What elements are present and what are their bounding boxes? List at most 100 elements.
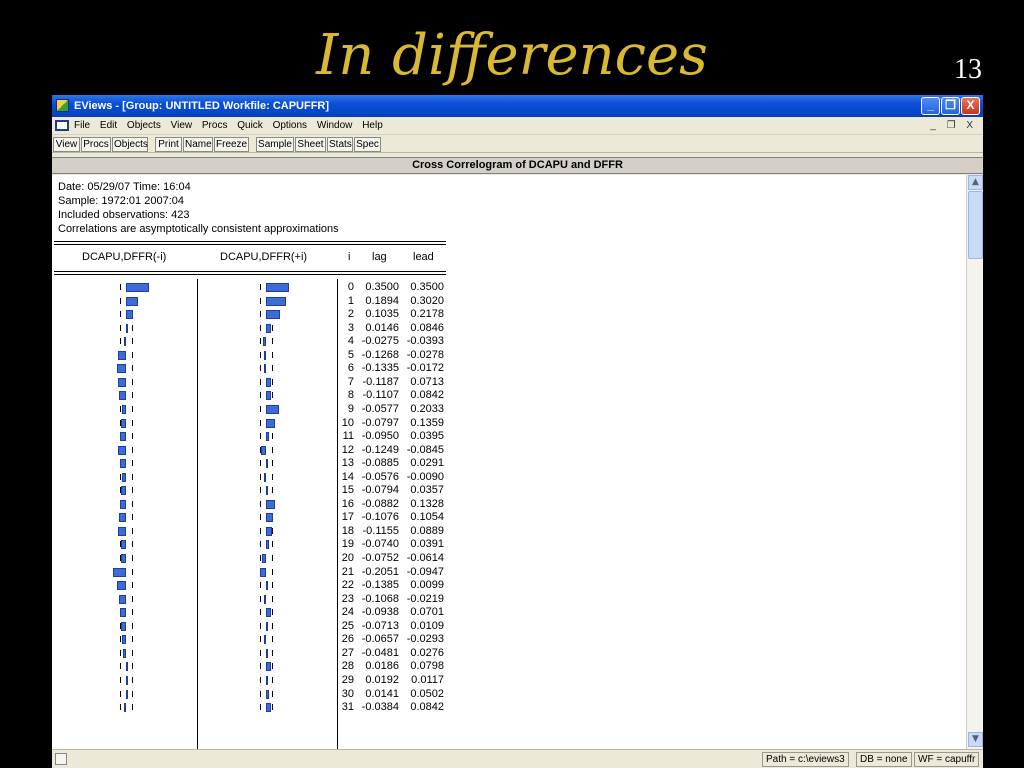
lead-band-left [260,609,261,616]
row-lead-value: 0.1054 [410,511,444,524]
row-lead-value: 0.0502 [410,687,444,700]
lag-band-left [120,704,121,711]
view-button[interactable]: View [53,137,80,152]
lag-correlation-bar [120,486,126,496]
scroll-thumb[interactable] [968,191,983,259]
lag-band-right [132,609,133,616]
menu-help[interactable]: Help [362,117,383,135]
maximize-button[interactable]: ❐ [941,97,960,115]
lead-band-left [260,311,261,318]
row-index: 10 [341,416,354,429]
lead-band-left [260,649,261,656]
lead-band-right [272,378,273,385]
table-row: 25 -0.0713 0.0109 [52,620,966,633]
lag-band-left [120,311,121,318]
scroll-up-icon[interactable]: ▲ [968,175,983,190]
menu-view[interactable]: View [171,117,193,135]
row-lag-value: -0.1385 [361,579,399,592]
row-lag-value: -0.0657 [361,633,399,646]
row-lag-value: -0.1187 [362,375,400,388]
row-lag-value: 0.1035 [365,308,399,321]
objects-button[interactable]: Objects [112,137,148,152]
window-titlebar[interactable]: EViews - [Group: UNTITLED Workfile: CAPU… [52,95,983,117]
lag-band-right [132,704,133,711]
row-index: 14 [341,470,354,483]
print-button[interactable]: Print [155,137,182,152]
lead-header: lead [413,251,434,263]
child-window-controls[interactable]: _ ❐ X [930,117,977,135]
name-button[interactable]: Name [183,137,213,152]
object-toolbar: View Procs Objects Print Name Freeze Sam… [52,135,983,153]
menu-quick[interactable]: Quick [237,117,263,135]
lag-band-right [132,392,133,399]
lag-header: lag [372,251,387,263]
row-lag-value: -0.1268 [361,348,399,361]
stats-button[interactable]: Stats [327,137,353,152]
row-index: 30 [341,687,354,700]
table-row: 15 -0.0794 0.0357 [52,484,966,497]
lag-band-right [132,324,133,331]
row-lag-value: -0.1107 [362,389,400,402]
row-index: 1 [347,294,354,307]
row-lead-value: -0.0278 [406,348,444,361]
row-index: 7 [347,375,354,388]
command-box[interactable] [55,753,67,765]
lead-graph-header: DCAPU,DFFR(+i) [220,251,308,263]
row-lag-value: -0.0481 [361,646,399,659]
row-lead-value: 0.0357 [410,484,444,497]
lead-band-right [272,324,273,331]
lag-correlation-bar [120,459,126,469]
row-lag-value: -0.1155 [362,524,400,537]
table-row: 14 -0.0576 -0.0090 [52,471,966,484]
lag-band-right [132,568,133,575]
menu-options[interactable]: Options [273,117,307,135]
procs-button[interactable]: Procs [81,137,111,152]
minimize-button[interactable]: _ [921,97,940,115]
close-button[interactable]: X [961,97,980,115]
row-lag-value: 0.0146 [365,321,399,334]
lead-correlation-bar [259,567,266,577]
spec-button[interactable]: Spec [354,137,381,152]
lead-band-left [260,351,261,358]
vertical-scrollbar[interactable]: ▲ ▼ [966,175,983,749]
row-lag-value: -0.1068 [361,592,399,605]
row-lag-value: -0.0938 [361,606,399,619]
lead-correlation-bar [266,296,286,306]
menu-objects[interactable]: Objects [127,117,161,135]
lag-band-left [120,690,121,697]
freeze-button[interactable]: Freeze [214,137,249,152]
lead-band-left [260,663,261,670]
lag-correlation-bar [121,554,126,563]
table-row: 27 -0.0481 0.0276 [52,647,966,660]
lead-band-left [260,527,261,534]
lead-band-left [260,284,261,290]
scroll-down-icon[interactable]: ▼ [968,732,983,747]
row-lag-value: -0.0576 [361,470,399,483]
lead-correlation-bar [266,310,281,320]
menu-procs[interactable]: Procs [202,117,228,135]
document-icon[interactable] [55,120,69,131]
note-line: Correlations are asymptotically consiste… [58,223,339,235]
menu-window[interactable]: Window [317,117,353,135]
menu-edit[interactable]: Edit [100,117,117,135]
lead-band-right [272,704,273,711]
lag-band-left [120,297,121,304]
lag-correlation-bar [126,662,128,672]
lag-band-left [120,324,121,331]
lead-band-left [260,541,261,548]
lead-band-right [272,690,273,697]
eviews-window: EViews - [Group: UNTITLED Workfile: CAPU… [52,95,983,768]
row-index: 0 [347,281,354,293]
lead-band-left [260,338,261,345]
menu-file[interactable]: File [74,117,90,135]
table-row: 22 -0.1385 0.0099 [52,579,966,592]
sample-button[interactable]: Sample [256,137,294,152]
lag-band-right [132,473,133,480]
lag-correlation-bar [117,350,126,360]
row-index: 17 [341,511,354,524]
sheet-button[interactable]: Sheet [295,137,326,152]
row-lag-value: 0.0141 [365,687,399,700]
lead-band-left [260,676,261,683]
lag-correlation-bar [119,513,126,523]
menu-bar: File Edit Objects View Procs Quick Optio… [52,117,983,135]
